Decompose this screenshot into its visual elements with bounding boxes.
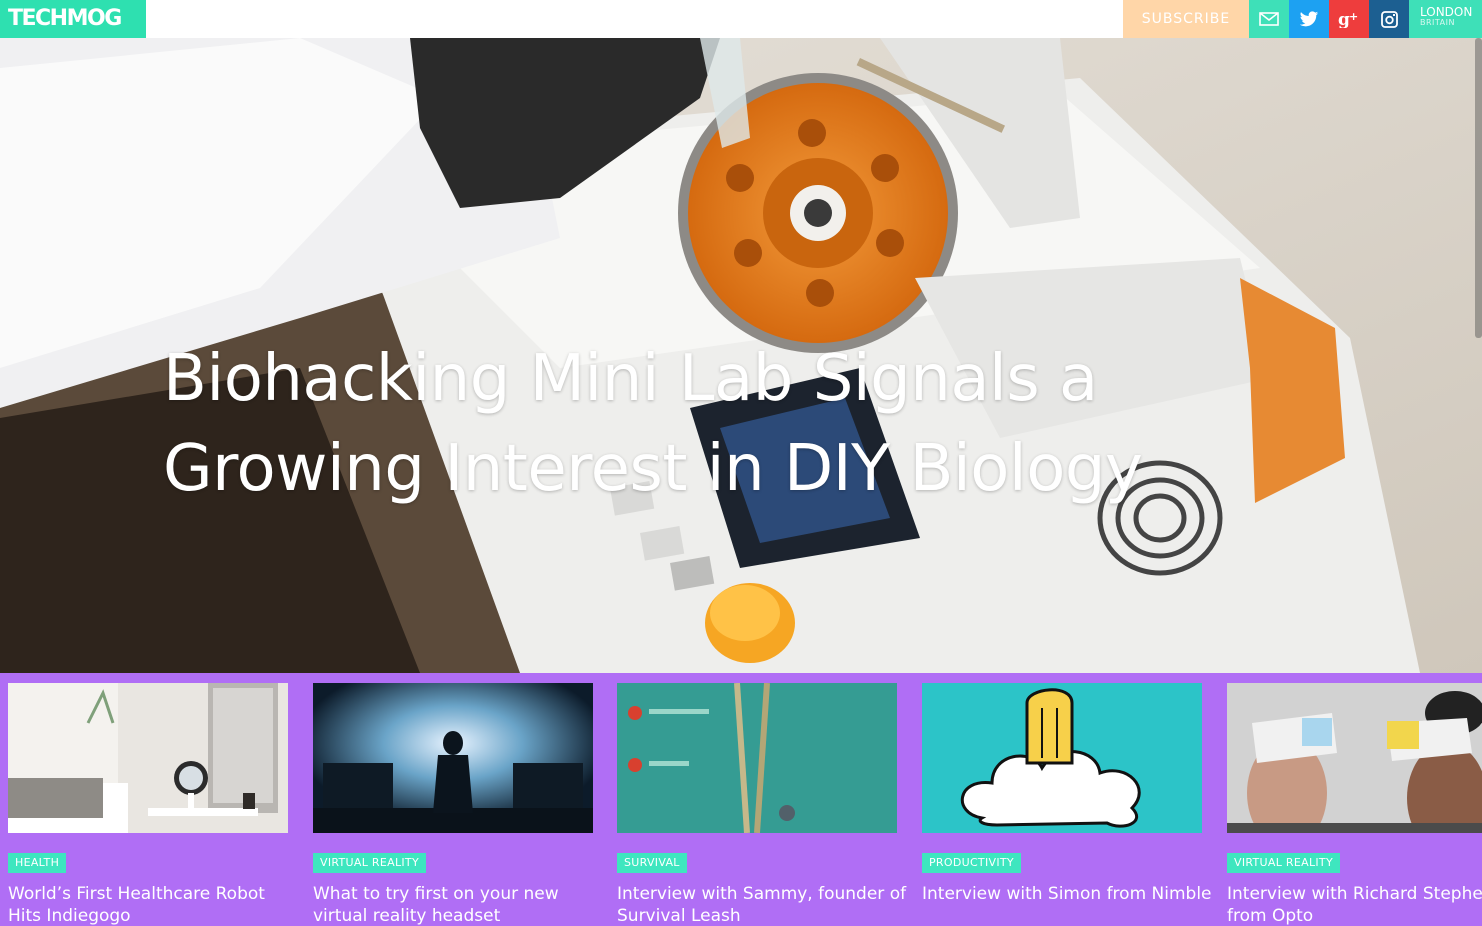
hero-title[interactable]: Biohacking Mini Lab Signals a Growing In… [163, 334, 1203, 514]
article-card[interactable]: HEALTH World’s First Healthcare Robot Hi… [8, 683, 288, 926]
card-title[interactable]: Interview with Simon from Nimble [922, 883, 1212, 905]
article-card[interactable]: VIRTUAL REALITY Interview with Richard S… [1227, 683, 1482, 926]
card-thumbnail [8, 683, 288, 833]
card-title[interactable]: Interview with Richard Stephens from Opt… [1227, 883, 1482, 926]
mail-icon [1259, 12, 1279, 26]
card-category-tag[interactable]: PRODUCTIVITY [922, 853, 1021, 873]
location-indicator[interactable]: LONDON BRITAIN [1409, 0, 1482, 38]
top-navigation-bar: TECHMOG SUBSCRIBE g + LONDON BRITAIN [0, 0, 1482, 38]
twitter-button[interactable] [1289, 0, 1329, 38]
hero-featured-article[interactable]: Biohacking Mini Lab Signals a Growing In… [0, 38, 1482, 673]
card-category-tag[interactable]: VIRTUAL REALITY [1227, 853, 1340, 873]
card-title[interactable]: What to try first on your new virtual re… [313, 883, 603, 926]
article-card[interactable]: VIRTUAL REALITY What to try first on you… [313, 683, 593, 926]
page-scrollbar[interactable] [1475, 38, 1482, 338]
card-category-tag[interactable]: SURVIVAL [617, 853, 687, 873]
twitter-icon [1299, 10, 1319, 26]
svg-text:+: + [1349, 10, 1358, 23]
instagram-icon [1380, 10, 1398, 28]
article-card[interactable]: SURVIVAL Interview with Sammy, founder o… [617, 683, 906, 926]
article-card[interactable]: PRODUCTIVITY Interview with Simon from N… [922, 683, 1212, 905]
location-country: BRITAIN [1420, 18, 1455, 27]
card-category-tag[interactable]: VIRTUAL REALITY [313, 853, 426, 873]
mail-button[interactable] [1249, 0, 1289, 38]
card-thumbnail [617, 683, 897, 833]
article-card-strip: HEALTH World’s First Healthcare Robot Hi… [0, 673, 1482, 926]
instagram-button[interactable] [1369, 0, 1409, 38]
card-title[interactable]: World’s First Healthcare Robot Hits Indi… [8, 883, 298, 926]
card-title[interactable]: Interview with Sammy, founder of Surviva… [617, 883, 907, 926]
location-city: LONDON [1420, 5, 1473, 19]
card-category-tag[interactable]: HEALTH [8, 853, 67, 873]
card-thumbnail [1227, 683, 1482, 833]
subscribe-button[interactable]: SUBSCRIBE [1123, 0, 1249, 38]
card-thumbnail [922, 683, 1202, 833]
card-thumbnail [313, 683, 593, 833]
site-logo[interactable]: TECHMOG [0, 0, 146, 38]
google-plus-icon: g + [1338, 10, 1358, 28]
google-plus-button[interactable]: g + [1329, 0, 1369, 38]
